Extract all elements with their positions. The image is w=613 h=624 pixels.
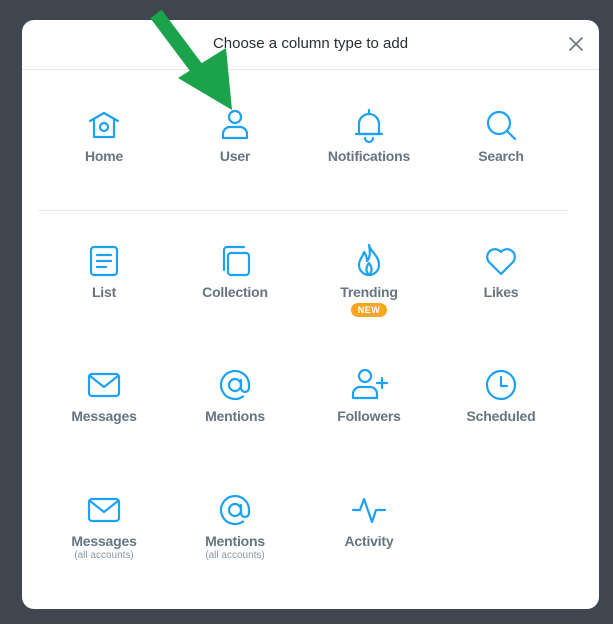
column-type-mentions[interactable]: Mentions: [170, 365, 300, 437]
tile-label: Mentions: [205, 533, 265, 549]
green-arrow-icon: [150, 9, 232, 110]
tile-label: Activity: [344, 533, 394, 549]
bell-icon: [354, 108, 384, 144]
column-type-collection[interactable]: Collection: [170, 241, 300, 313]
tile-sublabel: (all accounts): [74, 550, 134, 561]
tile-label: Scheduled: [466, 408, 536, 424]
close-button[interactable]: [567, 35, 585, 53]
column-type-notifications[interactable]: Notifications: [304, 105, 434, 177]
tile-label: User: [219, 148, 251, 164]
envelope-icon: [87, 497, 121, 523]
tile-label: Notifications: [327, 148, 411, 164]
collection-icon: [222, 245, 251, 277]
column-type-messages[interactable]: Messages: [39, 365, 169, 437]
tile-label: Messages: [71, 408, 137, 424]
heart-icon: [486, 248, 516, 276]
tile-label: Trending: [340, 284, 398, 300]
search-icon: [486, 110, 517, 141]
tile-label: Followers: [337, 408, 401, 424]
column-type-messages-all-accounts[interactable]: Messages (all accounts): [39, 490, 169, 562]
tile-label: Likes: [483, 284, 519, 300]
modal-title: Choose a column type to add: [212, 35, 409, 52]
home-icon: [88, 111, 120, 139]
at-icon: [219, 369, 251, 401]
flame-icon: [357, 243, 381, 277]
close-icon: [569, 37, 583, 51]
envelope-icon: [87, 372, 121, 398]
tile-label: List: [91, 284, 117, 300]
activity-icon: [351, 497, 387, 524]
tile-sublabel: (all accounts): [205, 550, 265, 561]
tile-label: Mentions: [205, 408, 265, 424]
list-icon: [89, 245, 119, 277]
column-type-list[interactable]: List: [39, 241, 169, 313]
tile-label: Messages: [71, 533, 137, 549]
column-type-search[interactable]: Search: [436, 105, 566, 177]
column-type-mentions-all-accounts[interactable]: Mentions (all accounts): [170, 490, 300, 562]
section-divider: [38, 210, 568, 211]
new-badge: NEW: [350, 303, 388, 317]
column-type-followers[interactable]: Followers: [304, 365, 434, 437]
column-type-scheduled[interactable]: Scheduled: [436, 365, 566, 437]
tile-label: Search: [478, 148, 524, 164]
column-type-likes[interactable]: Likes: [436, 241, 566, 313]
tile-label: Collection: [202, 284, 268, 300]
add-user-icon: [351, 368, 389, 400]
clock-icon: [485, 369, 517, 401]
add-column-modal: Choose a column type to add Home User No…: [22, 20, 599, 609]
modal-header: Choose a column type to add: [22, 20, 599, 70]
column-type-trending[interactable]: Trending NEW: [304, 241, 434, 317]
tile-label: Home: [84, 148, 124, 164]
column-type-activity[interactable]: Activity: [304, 490, 434, 562]
at-icon: [219, 494, 251, 526]
